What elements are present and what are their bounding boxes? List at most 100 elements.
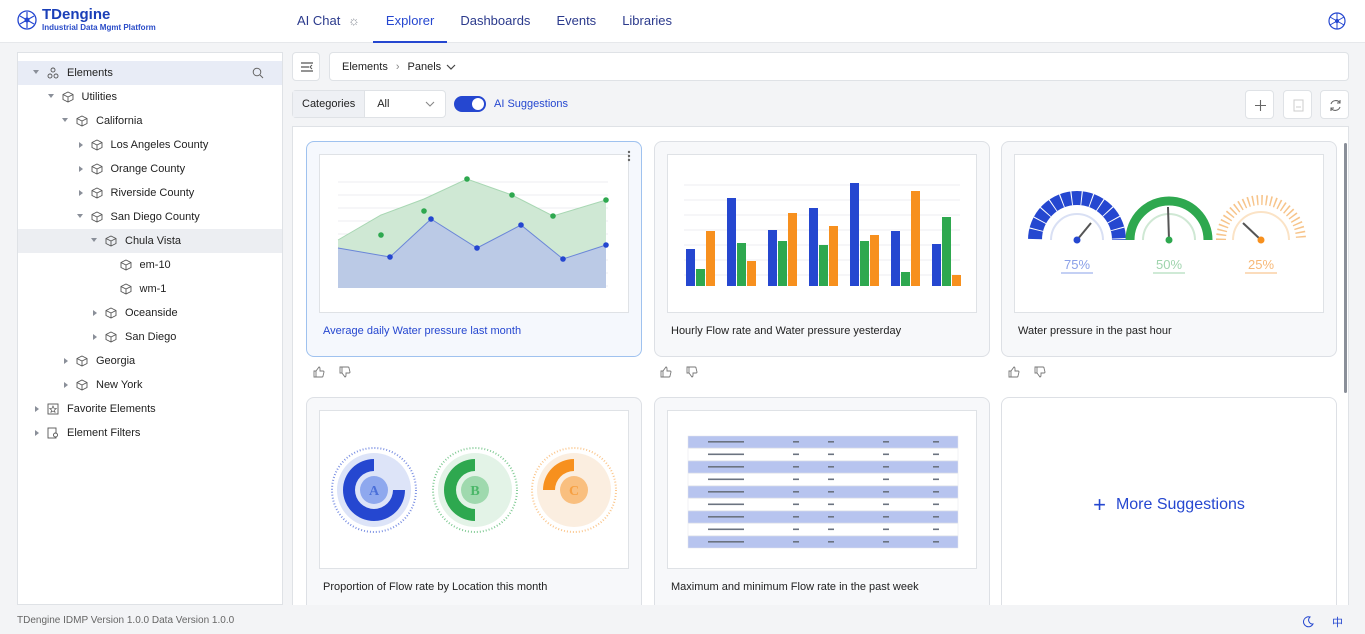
panel-card[interactable]: Maximum and minimum Flow rate in the pas… — [654, 397, 990, 605]
dark-mode-icon[interactable] — [1302, 616, 1314, 628]
panel-card[interactable]: Average daily Water pressure last month — [306, 141, 642, 357]
card-title: Maximum and minimum Flow rate in the pas… — [671, 581, 919, 593]
nav-libraries[interactable]: Libraries — [609, 0, 685, 43]
chevron-down-icon[interactable] — [445, 62, 457, 72]
language-switch[interactable]: 中 — [1332, 614, 1343, 630]
tree-item[interactable]: Elements — [18, 61, 282, 85]
tree-item[interactable]: Utilities — [18, 85, 282, 109]
tree-item-label: em-10 — [139, 259, 171, 271]
lightbulb-icon: ☼ — [347, 13, 360, 28]
feedback-row — [660, 366, 712, 381]
collapse-sidebar-button[interactable] — [292, 52, 320, 81]
caret-down-icon[interactable] — [76, 214, 83, 218]
thumbs-down-icon[interactable] — [1034, 366, 1046, 381]
caret-right-icon[interactable] — [35, 406, 39, 412]
table-thumb-cell — [933, 516, 939, 518]
thumbs-up-icon[interactable] — [313, 366, 325, 381]
caret-right-icon[interactable] — [93, 334, 97, 340]
table-thumb-cell — [828, 441, 834, 443]
tree-item[interactable]: wm-1 — [18, 277, 282, 301]
tree-item[interactable]: New York — [18, 373, 282, 397]
tree-item[interactable]: Element Filters — [18, 421, 282, 445]
gauge-value-1: 75% — [1064, 257, 1090, 272]
thumbs-up-icon[interactable] — [660, 366, 672, 381]
card-title: Proportion of Flow rate by Location this… — [323, 581, 548, 593]
table-thumb-cell — [708, 478, 744, 481]
feedback-row — [313, 366, 365, 381]
plus-icon: + — [1093, 492, 1106, 517]
more-suggestions-label: More Suggestions — [1115, 496, 1245, 513]
nav-dashboards[interactable]: Dashboards — [447, 0, 543, 43]
thumbs-down-icon[interactable] — [686, 366, 698, 381]
ai-suggestions-label: AI Suggestions — [494, 98, 568, 110]
tree-item[interactable]: Orange County — [18, 157, 282, 181]
tree-item[interactable]: em-10 — [18, 253, 282, 277]
table-thumb-cell — [883, 516, 889, 518]
tree-item[interactable]: Los Angeles County — [18, 133, 282, 157]
more-vertical-icon[interactable] — [627, 150, 631, 162]
donut-label-c: C — [569, 484, 579, 499]
card-thumbnail — [667, 410, 977, 569]
caret-down-icon[interactable] — [47, 94, 54, 98]
tree-item-label: San Diego County — [110, 211, 200, 223]
cube-icon — [91, 211, 102, 223]
caret-right-icon[interactable] — [78, 190, 83, 196]
panel-card[interactable]: A B C Proportion of Flow rate by Locatio… — [306, 397, 642, 605]
tdengine-logo-icon — [17, 9, 37, 30]
tree-item[interactable]: San Diego County — [18, 205, 282, 229]
panel-card[interactable]: Hourly Flow rate and Water pressure yest… — [654, 141, 990, 357]
table-thumb-cell — [883, 491, 889, 493]
tree-item-label: Elements — [67, 67, 113, 79]
more-suggestions-button[interactable]: + More Suggestions — [1001, 397, 1337, 605]
breadcrumb-root[interactable]: Elements — [342, 61, 388, 73]
caret-right-icon[interactable] — [35, 430, 39, 436]
caret-right-icon[interactable] — [64, 358, 68, 364]
thumbs-up-icon[interactable] — [1008, 366, 1020, 381]
cube-icon — [62, 91, 73, 103]
caret-down-icon[interactable] — [33, 70, 39, 74]
nav-events[interactable]: Events — [543, 0, 609, 43]
tree-item[interactable]: Oceanside — [18, 301, 282, 325]
caret-down-icon[interactable] — [91, 238, 97, 242]
caret-right-icon[interactable] — [64, 382, 68, 388]
panel-card[interactable]: 75% 50% 25% Water pressure in the past h… — [1001, 141, 1337, 357]
caret-right-icon[interactable] — [93, 310, 97, 316]
element-tree: Elements Utilities California Los Angeles C… — [18, 53, 282, 445]
category-select[interactable]: Categories All — [292, 90, 446, 118]
cube-icon — [76, 379, 88, 391]
card-thumbnail — [319, 154, 629, 313]
tree-item[interactable]: Favorite Elements — [18, 397, 282, 421]
ai-suggestions-toggle[interactable] — [454, 96, 486, 112]
table-thumb-cell — [708, 528, 744, 531]
table-thumb-cell — [883, 478, 889, 481]
scrollbar[interactable] — [1344, 143, 1347, 393]
table-thumb-cell — [828, 478, 834, 481]
breadcrumb: Elements › Panels — [329, 52, 1349, 81]
tree-item[interactable]: Georgia — [18, 349, 282, 373]
refresh-button[interactable] — [1320, 90, 1349, 119]
collapse-icon — [301, 62, 313, 72]
tree-item[interactable]: San Diego — [18, 325, 282, 349]
user-menu-icon[interactable] — [1327, 11, 1347, 31]
breadcrumb-current[interactable]: Panels — [408, 61, 442, 73]
table-thumb-cell — [883, 453, 889, 456]
card-title: Water pressure in the past hour — [1018, 325, 1172, 337]
logo[interactable]: TDengine Industrial Data Mgmt Platform — [16, 7, 156, 32]
save-panel-button[interactable] — [1283, 90, 1312, 119]
area-line-thumbnail — [337, 176, 609, 288]
table-thumb-cell — [793, 528, 799, 531]
nav-ai-chat[interactable]: AI Chat ☼ — [284, 0, 373, 43]
caret-down-icon[interactable] — [62, 118, 68, 122]
thumbs-down-icon[interactable] — [339, 366, 351, 381]
tree-item[interactable]: California — [18, 109, 282, 133]
gauge-value-2: 50% — [1156, 257, 1182, 272]
add-panel-button[interactable] — [1245, 90, 1274, 119]
table-thumb-cell — [828, 528, 834, 531]
caret-right-icon[interactable] — [78, 166, 83, 172]
table-thumb-cell — [933, 466, 939, 468]
search-icon[interactable] — [252, 67, 264, 79]
tree-item[interactable]: Riverside County — [18, 181, 282, 205]
tree-item[interactable]: Chula Vista — [18, 229, 282, 253]
caret-right-icon[interactable] — [78, 142, 83, 148]
nav-explorer[interactable]: Explorer — [372, 0, 448, 43]
